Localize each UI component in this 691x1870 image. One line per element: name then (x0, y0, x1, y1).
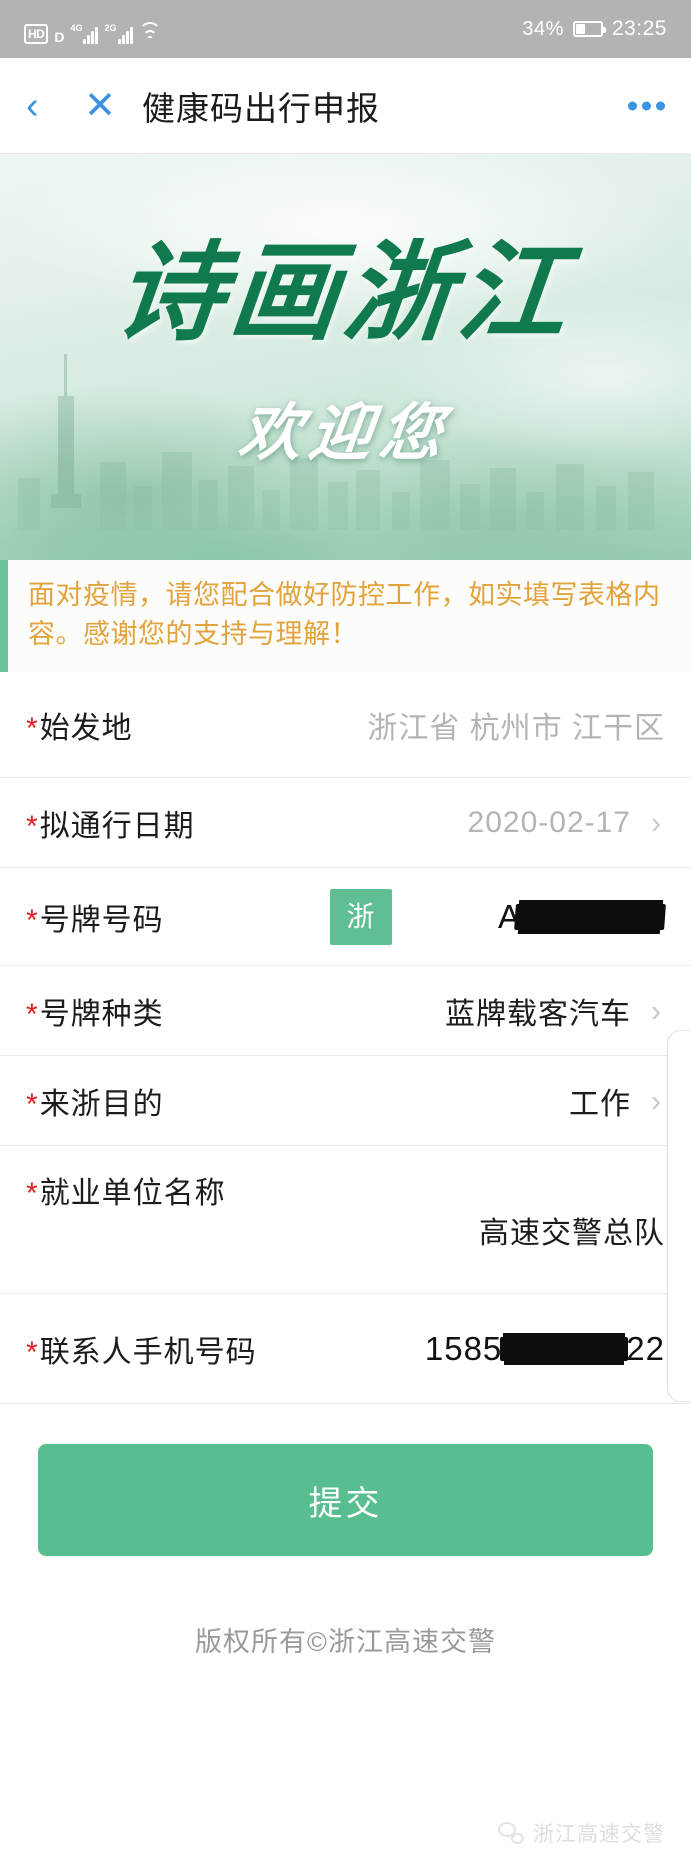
back-icon[interactable]: ‹ (26, 87, 66, 125)
phone-value: 1585 22 (425, 1330, 665, 1368)
chevron-right-icon: › (647, 807, 665, 838)
purpose-value: 工作 (569, 1079, 631, 1123)
chevron-right-icon: › (647, 1085, 665, 1116)
form-row-plate-number[interactable]: *号牌号码 浙 A (0, 868, 691, 966)
signal-2: 2G (104, 24, 132, 44)
employer-value-wrap: 高速交警总队 (479, 1168, 665, 1252)
chat-bubble-icon (498, 1822, 524, 1844)
footer-copyright: 版权所有©浙江高速交警 (0, 1586, 691, 1669)
status-bar-right: 34% 23:25 (522, 17, 667, 41)
submit-area: 提交 (0, 1404, 691, 1586)
plate-redaction-mark (514, 904, 666, 930)
required-mark: * (26, 810, 39, 843)
network-type-2: 2G (104, 24, 116, 33)
employer-label: *就业单位名称 (26, 1168, 226, 1212)
status-bar-left: HD D 4G 2G (24, 14, 161, 44)
network-type-1: 4G (70, 24, 82, 33)
travel-date-value: 2020-02-17 (468, 806, 631, 840)
wifi-icon (139, 27, 161, 44)
watermark: 浙江高速交警 (498, 1818, 665, 1848)
declaration-form: *始发地 浙江省 杭州市 江干区 *拟通行日期 2020-02-17 › *号牌… (0, 672, 691, 1404)
hd-icon: HD (24, 24, 48, 44)
origin-value: 浙江省 杭州市 江干区 (367, 703, 665, 747)
close-icon[interactable]: ✕ (74, 87, 126, 125)
page-title: 健康码出行申报 (142, 82, 380, 130)
phone-value-wrap: 1585 22 (425, 1330, 665, 1368)
banner-headline: 诗画浙江 (0, 206, 691, 362)
chevron-right-icon: › (647, 995, 665, 1026)
travel-date-label: *拟通行日期 (26, 801, 195, 845)
submit-button[interactable]: 提交 (38, 1444, 653, 1556)
travel-date-value-wrap: 2020-02-17 › (468, 806, 665, 840)
plate-type-value-wrap: 蓝牌载客汽车 › (445, 989, 665, 1033)
form-row-employer[interactable]: *就业单位名称 高速交警总队 (0, 1146, 691, 1294)
plate-province-badge[interactable]: 浙 (330, 889, 392, 945)
battery-icon (573, 21, 603, 37)
purpose-label: *来浙目的 (26, 1079, 164, 1123)
more-dots-icon[interactable] (628, 101, 665, 110)
banner-subline: 欢迎您 (0, 382, 691, 472)
form-row-plate-type[interactable]: *号牌种类 蓝牌载客汽车 › (0, 966, 691, 1056)
form-row-phone[interactable]: *联系人手机号码 1585 22 (0, 1294, 691, 1404)
phone-suffix: 22 (626, 1330, 665, 1368)
navigation-bar: ‹ ✕ 健康码出行申报 (0, 58, 691, 154)
phone-label: *联系人手机号码 (26, 1327, 257, 1371)
origin-value-wrap: 浙江省 杭州市 江干区 (367, 703, 665, 747)
status-bar: HD D 4G 2G 34% 23:25 (0, 0, 691, 58)
phone-prefix: 1585 (425, 1330, 502, 1368)
signal-bars-2 (118, 24, 133, 44)
offscreen-floating-panel[interactable] (667, 1030, 691, 1402)
watermark-label: 浙江高速交警 (533, 1818, 665, 1848)
origin-label: *始发地 (26, 703, 133, 747)
required-mark: * (26, 998, 39, 1031)
plate-number-value: A (498, 898, 665, 936)
clock-label: 23:25 (612, 17, 667, 41)
required-mark: * (26, 1088, 39, 1121)
required-mark: * (26, 1177, 39, 1210)
plate-type-label: *号牌种类 (26, 989, 164, 1033)
app-root: HD D 4G 2G 34% 23:25 ‹ ✕ 健康码出行申报 (0, 0, 691, 1870)
required-mark: * (26, 904, 39, 937)
required-mark: * (26, 1336, 39, 1369)
phone-redaction-mark (500, 1337, 628, 1361)
required-mark: * (26, 712, 39, 745)
tree-silhouettes (0, 464, 691, 560)
plate-type-value: 蓝牌载客汽车 (445, 989, 631, 1033)
form-row-travel-date[interactable]: *拟通行日期 2020-02-17 › (0, 778, 691, 868)
form-row-origin[interactable]: *始发地 浙江省 杭州市 江干区 (0, 672, 691, 778)
hero-banner: 诗画浙江 欢迎您 (0, 154, 691, 560)
plate-number-value-wrap: 浙 A (330, 889, 665, 945)
employer-value[interactable]: 高速交警总队 (479, 1208, 665, 1252)
volte-icon: D (54, 30, 64, 44)
signal-1: 4G (70, 24, 98, 44)
form-row-purpose[interactable]: *来浙目的 工作 › (0, 1056, 691, 1146)
plate-number-label: *号牌号码 (26, 895, 164, 939)
signal-bars-1 (83, 24, 98, 44)
notice-banner: 面对疫情，请您配合做好防控工作，如实填写表格内容。感谢您的支持与理解！ (0, 560, 691, 672)
battery-percent-label: 34% (522, 18, 564, 41)
purpose-value-wrap: 工作 › (569, 1079, 665, 1123)
